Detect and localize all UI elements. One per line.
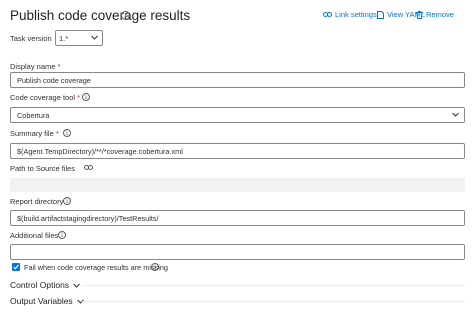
fail-when-missing-checkbox[interactable] [12, 263, 20, 271]
display-name-label-text: Display name [10, 62, 56, 71]
chevron-down-icon [73, 283, 80, 288]
output-variables-label: Output Variables [10, 296, 73, 306]
display-name-field[interactable]: Publish code coverage [10, 72, 465, 88]
summary-file-label: Summary file * [10, 129, 59, 138]
report-directory-value: $(build.artifactstagingdirectory)/TestRe… [17, 214, 159, 223]
control-options-section[interactable]: Control Options [10, 280, 80, 290]
divider [82, 301, 465, 302]
control-options-label: Control Options [10, 280, 70, 290]
required-mark: * [77, 93, 81, 102]
task-version-value: 1.* [59, 34, 69, 43]
link-icon [323, 12, 332, 17]
document-icon [377, 10, 384, 19]
chevron-down-icon [452, 112, 459, 117]
divider [82, 285, 465, 286]
additional-files-label: Additional files [10, 231, 59, 240]
required-mark: * [57, 62, 61, 71]
path-to-source-label: Path to Source files [10, 164, 76, 173]
remove-button[interactable]: Remove [416, 10, 454, 19]
info-icon[interactable]: i [63, 197, 71, 205]
page-title: Publish code coverage results [10, 8, 191, 23]
link-icon[interactable] [84, 164, 93, 171]
info-icon[interactable]: i [121, 11, 130, 20]
code-coverage-tool-label-text: Code coverage tool [10, 93, 76, 102]
summary-file-field[interactable]: $(Agent.TempDirectory)/**/*coverage.cobe… [10, 143, 465, 159]
info-icon[interactable]: i [151, 263, 159, 271]
summary-file-value: $(Agent.TempDirectory)/**/*coverage.cobe… [17, 147, 183, 156]
display-name-label: Display name * [10, 62, 60, 71]
info-icon[interactable]: i [82, 93, 90, 101]
link-settings-button[interactable]: Link settings [323, 10, 377, 19]
task-version-label: Task version [10, 34, 52, 43]
required-mark: * [55, 129, 59, 138]
remove-label: Remove [426, 10, 454, 19]
code-coverage-tool-value: Cobertura [17, 111, 50, 120]
output-variables-section[interactable]: Output Variables [10, 296, 84, 306]
summary-file-label-text: Summary file [10, 129, 54, 138]
info-icon[interactable]: i [63, 129, 71, 137]
report-directory-field[interactable]: $(build.artifactstagingdirectory)/TestRe… [10, 210, 465, 226]
link-settings-label: Link settings [335, 10, 377, 19]
additional-files-field[interactable] [10, 244, 465, 260]
fail-when-missing-label: Fail when code coverage results are miss… [24, 263, 168, 272]
path-to-source-field[interactable] [10, 178, 465, 192]
trash-icon [416, 10, 423, 19]
report-directory-label: Report directory [10, 197, 64, 206]
code-coverage-tool-select[interactable]: Cobertura [10, 107, 465, 123]
info-icon[interactable]: i [58, 231, 66, 239]
task-version-select[interactable]: 1.* [55, 30, 103, 46]
code-coverage-tool-label: Code coverage tool * [10, 93, 80, 102]
chevron-down-icon [91, 35, 98, 40]
display-name-value: Publish code coverage [17, 76, 91, 85]
checkmark-icon [13, 264, 19, 270]
